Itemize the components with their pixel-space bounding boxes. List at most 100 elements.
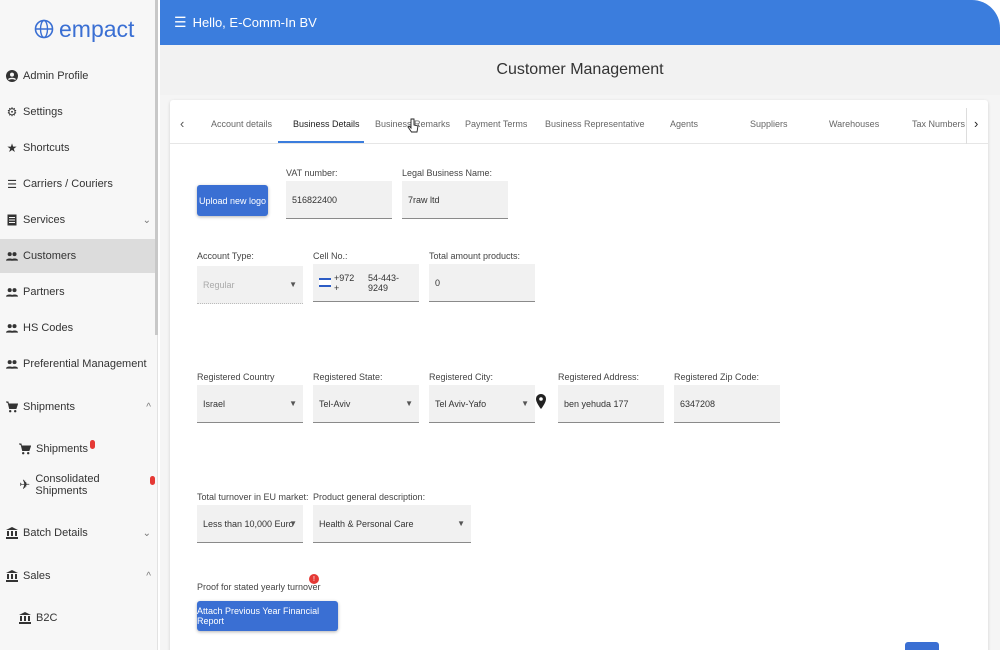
notification-badge <box>89 439 95 449</box>
registered-state-select[interactable]: Tel-Aviv ▼ <box>313 385 419 423</box>
attach-financial-report-button[interactable]: Attach Previous Year Financial Report <box>197 601 338 631</box>
sidebar-item-partners[interactable]: Partners <box>0 275 155 309</box>
airplane-icon: ✈ <box>19 477 31 492</box>
sidebar-item-label: Batch Details <box>23 527 88 539</box>
floating-action-button[interactable] <box>905 642 939 650</box>
city-label: Registered City: <box>429 372 494 382</box>
sidebar-item-label: Shortcuts <box>23 142 70 154</box>
chevron-up-icon[interactable]: ^ <box>146 571 151 582</box>
field-value: Regular <box>203 279 235 290</box>
account-type-select[interactable]: Regular ▼ <box>197 266 303 304</box>
field-value: Tel-Aviv <box>319 398 351 409</box>
turnover-select[interactable]: Less than 10,000 Euro ▼ <box>197 505 303 543</box>
tab-payment-terms[interactable]: Payment Terms <box>465 119 527 129</box>
sidebar-item-batch-details[interactable]: Batch Details ⌄ <box>0 516 155 550</box>
registered-zip-field[interactable]: 6347208 <box>674 385 780 423</box>
sidebar-subitem-shipments[interactable]: Shipments <box>0 432 155 466</box>
sidebar-item-sales[interactable]: Sales ^ <box>0 559 155 593</box>
tab-scroll-right-icon[interactable]: › <box>974 116 978 131</box>
address-label: Registered Address: <box>558 372 640 382</box>
required-info-icon[interactable]: ! <box>309 574 319 584</box>
legal-business-name-field[interactable]: 7raw ltd <box>402 181 508 219</box>
account-circle-icon <box>6 70 18 82</box>
tab-tax-numbers[interactable]: Tax Numbers <box>912 119 965 129</box>
sidebar-item-settings[interactable]: ⚙ Settings <box>0 95 155 129</box>
tab-agents[interactable]: Agents <box>670 119 698 129</box>
sidebar-item-label: Partners <box>23 286 65 298</box>
sidebar-item-admin-profile[interactable]: Admin Profile <box>0 59 155 93</box>
tab-business-details[interactable]: Business Details <box>293 119 360 129</box>
sidebar-subitem-consolidated-shipments[interactable]: ✈ Consolidated Shipments <box>0 468 155 502</box>
sidebar-item-label: B2C <box>36 612 58 624</box>
people-icon <box>6 286 18 298</box>
list-icon: ☰ <box>7 178 17 191</box>
registered-address-field[interactable]: ben yehuda 177 <box>558 385 664 423</box>
cell-phone-field[interactable]: +972 + 54-443-9249 <box>313 264 419 302</box>
chevron-down-icon[interactable]: ⌄ <box>143 215 151 226</box>
sidebar-item-label: Consolidated Shipments <box>35 473 100 497</box>
tab-warehouses[interactable]: Warehouses <box>829 119 879 129</box>
dropdown-caret-icon: ▼ <box>521 399 529 408</box>
upload-logo-button[interactable]: Upload new logo <box>197 185 268 216</box>
dropdown-caret-icon: ▼ <box>289 399 297 408</box>
page-title: Customer Management <box>160 45 1000 95</box>
tab-account-details[interactable]: Account details <box>211 119 272 129</box>
sidebar-item-label: Shipments <box>36 443 88 455</box>
vat-number-field[interactable]: 516822400 <box>286 181 392 219</box>
people-icon <box>6 250 18 262</box>
sidebar-scrollbar[interactable] <box>155 0 158 335</box>
sidebar-item-carriers[interactable]: ☰ Carriers / Couriers <box>0 167 155 201</box>
location-pin-icon[interactable] <box>536 394 546 409</box>
product-description-select[interactable]: Health & Personal Care ▼ <box>313 505 471 543</box>
hamburger-menu-icon[interactable]: ☰ <box>174 14 187 31</box>
document-icon <box>6 214 18 226</box>
people-icon <box>6 322 18 334</box>
tab-business-representative[interactable]: Business Representative <box>545 119 645 129</box>
greeting: Hello, E-Comm-In BV <box>192 15 317 30</box>
chevron-down-icon[interactable]: ⌄ <box>143 528 151 539</box>
proof-label: Proof for stated yearly turnover <box>197 582 321 592</box>
globe-icon <box>34 19 54 39</box>
sidebar-item-shortcuts[interactable]: ★ Shortcuts <box>0 131 155 165</box>
sidebar-item-label: HS Codes <box>23 322 74 334</box>
field-value: Tel Aviv-Yafo <box>435 398 487 409</box>
sidebar-item-label: Customers <box>23 250 77 262</box>
total-products-field[interactable]: 0 <box>429 264 535 302</box>
active-tab-indicator <box>278 141 364 143</box>
dropdown-caret-icon: ▼ <box>289 519 297 528</box>
registered-country-select[interactable]: Israel ▼ <box>197 385 303 423</box>
field-value: 7raw ltd <box>408 194 440 205</box>
field-value: ben yehuda 177 <box>564 398 629 409</box>
sidebar-item-shipments[interactable]: Shipments ^ <box>0 390 155 424</box>
logo[interactable]: empact <box>34 14 134 44</box>
product-desc-label: Product general description: <box>313 492 426 502</box>
sidebar-item-label: Sales <box>23 570 51 582</box>
dropdown-caret-icon: ▼ <box>457 519 465 528</box>
notification-badge <box>150 475 155 485</box>
sidebar-item-customers[interactable]: Customers <box>0 239 155 273</box>
mouse-cursor-icon <box>407 118 419 133</box>
sidebar-item-label: Settings <box>23 106 63 118</box>
sidebar-item-services[interactable]: Services ⌄ <box>0 203 155 237</box>
sidebar-item-preferential-management[interactable]: Preferential Management <box>0 347 155 381</box>
sidebar-subitem-b2c[interactable]: B2C <box>0 601 155 635</box>
sidebar-item-hs-codes[interactable]: HS Codes <box>0 311 155 345</box>
field-value: 54-443-9249 <box>367 272 400 293</box>
tab-scroll-left-icon[interactable]: ‹ <box>180 116 184 131</box>
field-value: 0 <box>435 277 441 288</box>
chevron-up-icon[interactable]: ^ <box>146 402 151 413</box>
field-value: 516822400 <box>292 194 338 205</box>
bank-icon <box>6 527 18 539</box>
dropdown-caret-icon: ▼ <box>289 280 297 289</box>
cell-label: Cell No.: <box>313 251 348 261</box>
star-icon: ★ <box>6 141 18 155</box>
tab-suppliers[interactable]: Suppliers <box>750 119 788 129</box>
sidebar-item-label: Preferential Management <box>23 358 147 370</box>
sidebar-item-label: Carriers / Couriers <box>23 178 113 190</box>
israel-flag-icon[interactable] <box>319 278 331 287</box>
zip-label: Registered Zip Code: <box>674 372 760 382</box>
field-value: Less than 10,000 Euro <box>203 518 294 529</box>
registered-city-select[interactable]: Tel Aviv-Yafo ▼ <box>429 385 535 423</box>
sidebar-item-label: Shipments <box>23 401 75 413</box>
sidebar-item-label: Services <box>23 214 66 226</box>
